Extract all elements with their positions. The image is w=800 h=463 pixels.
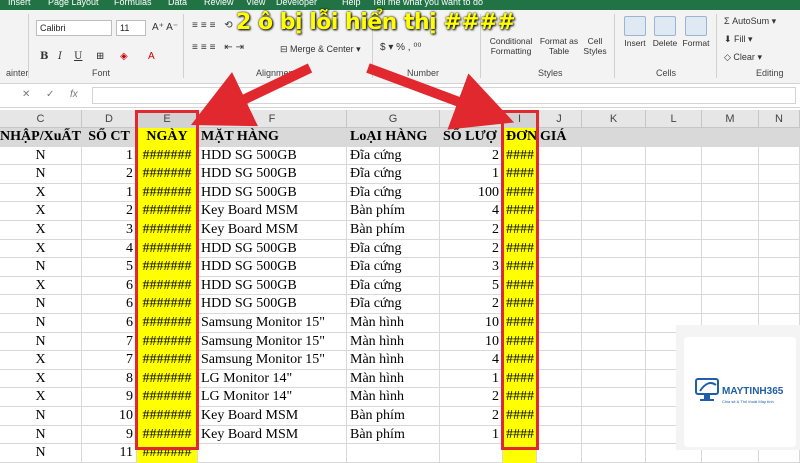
logo-name: MAYTINH365 bbox=[722, 386, 784, 397]
logo-tagline: Chia sẻ & Thủ thuật Máy tính bbox=[722, 399, 774, 404]
watermark-logo: MAYTINH365 Chia sẻ & Thủ thuật Máy tính bbox=[676, 325, 800, 450]
arrow-left bbox=[190, 63, 313, 127]
monitor-logo-icon bbox=[695, 378, 719, 401]
logo-card: MAYTINH365 Chia sẻ & Thủ thuật Máy tính bbox=[684, 337, 796, 447]
annotation-title: 2 ô bị lỗi hiển thị #### bbox=[236, 10, 516, 35]
arrow-right bbox=[366, 63, 515, 130]
